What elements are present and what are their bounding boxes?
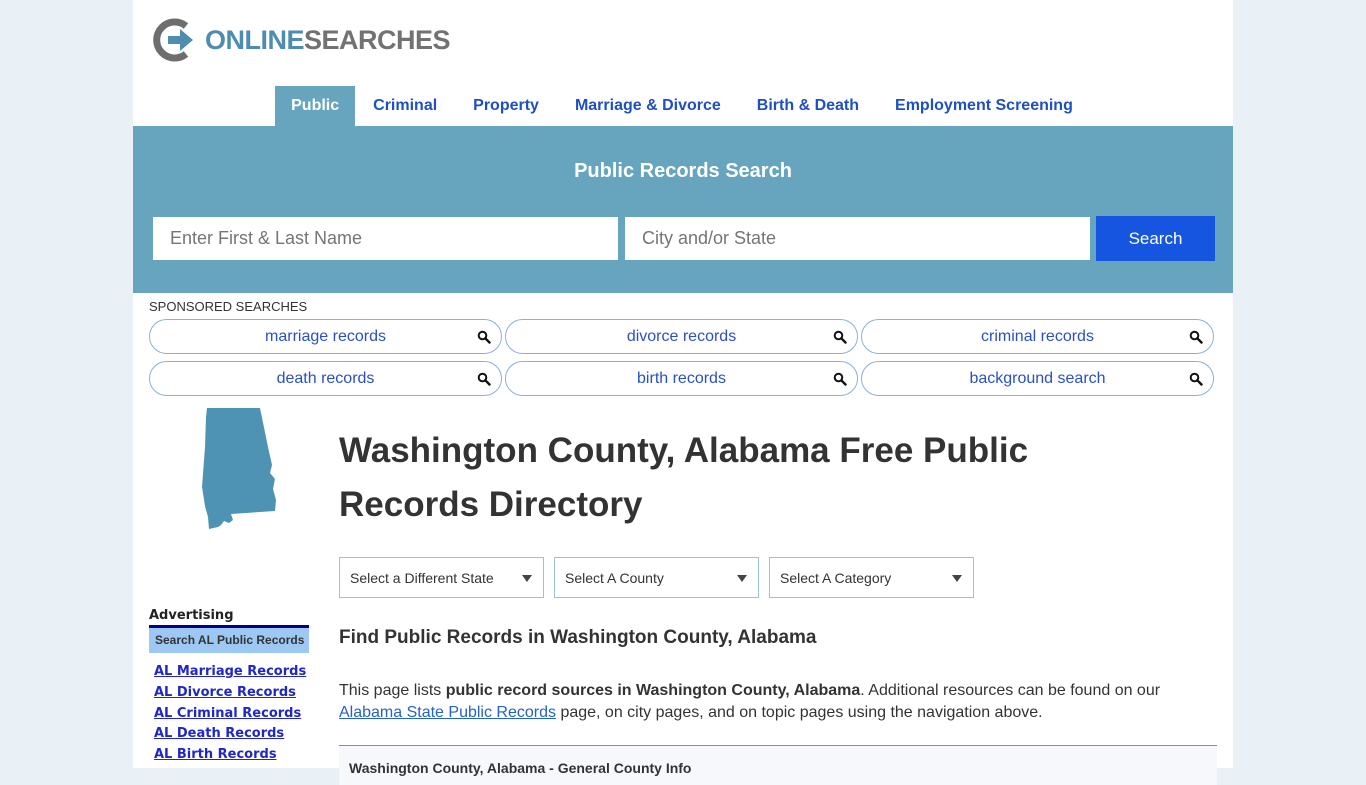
intro-paragraph: This page lists public record sources in… <box>339 680 1219 724</box>
search-icon <box>1189 372 1203 386</box>
search-icon <box>833 330 847 344</box>
sponsored-death-records[interactable]: death records <box>149 361 502 396</box>
sponsored-background-search[interactable]: background search <box>861 361 1214 396</box>
state-select[interactable]: Select a Different State <box>339 557 544 598</box>
logo-icon <box>153 18 193 62</box>
logo-text-searches: SEARCHES <box>304 24 451 55</box>
intro-text-1: This page lists <box>339 682 446 699</box>
search-icon <box>477 330 491 344</box>
sponsored-criminal-records[interactable]: criminal records <box>861 319 1214 354</box>
pill-label: birth records <box>637 370 726 387</box>
category-select[interactable]: Select A Category <box>769 557 974 598</box>
search-icon <box>833 372 847 386</box>
nav-birth-death[interactable]: Birth & Death <box>739 86 877 126</box>
intro-bold-text: public record sources in Washington Coun… <box>445 682 861 699</box>
ad-link-marriage[interactable]: AL Marriage Records <box>154 662 306 683</box>
sponsored-divorce-records[interactable]: divorce records <box>505 319 858 354</box>
search-icon <box>477 372 491 386</box>
search-button[interactable]: Search <box>1096 216 1215 261</box>
county-info-heading: Washington County, Alabama - General Cou… <box>349 760 692 776</box>
nav-employment-screening[interactable]: Employment Screening <box>877 86 1091 126</box>
section-title: Find Public Records in Washington County… <box>339 627 817 648</box>
name-input[interactable] <box>153 217 618 260</box>
ad-link-death[interactable]: AL Death Records <box>154 724 306 745</box>
nav-public[interactable]: Public <box>275 86 356 126</box>
logo-text-online: ONLINE <box>205 24 305 55</box>
state-records-link[interactable]: Alabama State Public Records <box>339 704 556 721</box>
intro-text-2: . Additional resources can be found on o… <box>860 682 1161 699</box>
location-input[interactable] <box>625 217 1090 260</box>
nav-property[interactable]: Property <box>455 86 557 126</box>
sponsored-label: SPONSORED SEARCHES <box>149 299 308 314</box>
advertising-box-title: Search AL Public Records <box>149 628 309 653</box>
page-container: ONLINESEARCHES Public Criminal Property … <box>133 0 1233 785</box>
sponsored-birth-records[interactable]: birth records <box>505 361 858 396</box>
dropdown-arrow-icon <box>522 575 532 582</box>
dropdown-arrow-icon <box>737 575 747 582</box>
search-band: Public Records Search Search <box>133 126 1233 293</box>
dropdown-arrow-icon <box>952 575 962 582</box>
alabama-map-icon <box>202 408 276 529</box>
state-select-value: Select a Different State <box>350 570 494 586</box>
pill-label: divorce records <box>626 328 737 345</box>
nav-criminal[interactable]: Criminal <box>355 86 455 126</box>
county-select[interactable]: Select A County <box>554 557 759 598</box>
sponsored-searches: marriage records divorce records crimina… <box>149 319 1215 396</box>
ad-link-birth[interactable]: AL Birth Records <box>154 745 306 766</box>
search-icon <box>1189 330 1203 344</box>
ad-link-criminal[interactable]: AL Criminal Records <box>154 704 306 725</box>
intro-text-3: page, on city pages, and on topic pages … <box>556 704 1043 721</box>
page-title: Washington County, Alabama Free Public R… <box>339 431 1029 524</box>
pill-label: background search <box>969 370 1106 387</box>
site-logo[interactable]: ONLINESEARCHES <box>153 18 451 62</box>
county-info-box: Washington County, Alabama - General Cou… <box>339 745 1217 785</box>
ad-link-divorce[interactable]: AL Divorce Records <box>154 683 306 704</box>
county-select-value: Select A County <box>565 570 664 586</box>
pill-label: death records <box>276 370 375 387</box>
pill-label: marriage records <box>265 328 386 345</box>
advertising-label: Advertising <box>149 608 234 623</box>
pill-label: criminal records <box>981 328 1094 345</box>
sponsored-marriage-records[interactable]: marriage records <box>149 319 502 354</box>
advertising-links: AL Marriage Records AL Divorce Records A… <box>154 662 306 766</box>
main-nav: Public Criminal Property Marriage & Divo… <box>133 86 1233 126</box>
nav-marriage-divorce[interactable]: Marriage & Divorce <box>557 86 739 126</box>
filter-selects: Select a Different State Select A County… <box>339 557 974 598</box>
category-select-value: Select A Category <box>780 570 892 586</box>
search-title: Public Records Search <box>574 160 792 182</box>
